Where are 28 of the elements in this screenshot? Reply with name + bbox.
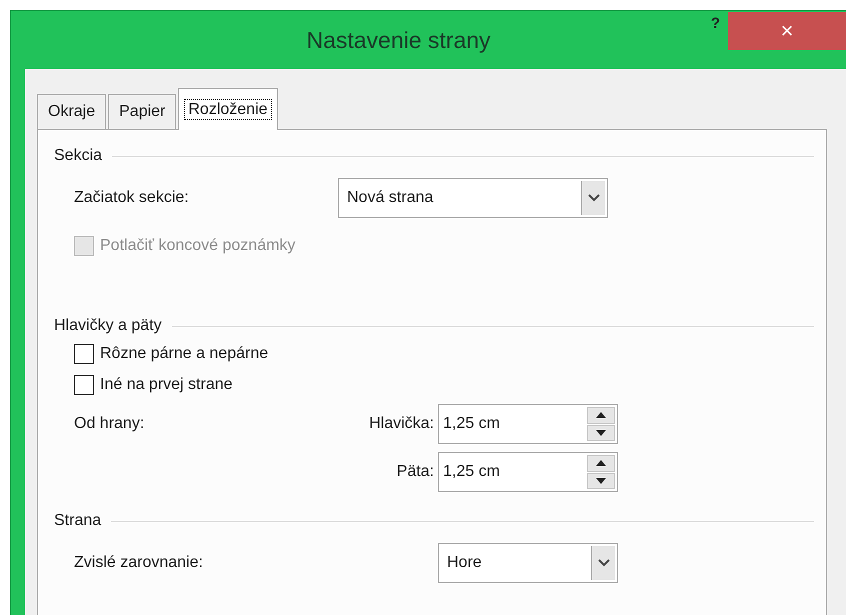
checkbox[interactable] [74,374,94,394]
section-heading: Hlavičky a päty [54,316,162,336]
checkbox[interactable] [74,344,94,364]
field-label: Päta: [396,462,435,482]
help-button[interactable]: ? [710,13,720,35]
section-heading: Sekcia [54,146,102,166]
tab[interactable]: Papier [108,94,176,129]
chevron-down-icon [591,546,615,580]
close-button[interactable]: × [728,12,846,50]
spin-up-icon[interactable] [587,407,615,424]
spin-field[interactable]: 1,25 cm [438,404,618,444]
spin-field[interactable]: 1,25 cm [438,452,618,492]
tab[interactable]: Okraje [37,94,106,129]
window-title: Nastavenie strany [306,26,491,55]
field-label: Hlavička: [368,414,435,434]
dropdown[interactable]: Hore [438,543,618,583]
spin-down-icon[interactable] [587,424,615,441]
chevron-down-icon [581,181,605,215]
field-label: Zvislé zarovnanie: [74,553,204,573]
checkbox-label[interactable]: Iné na prvej strane [100,372,233,396]
dropdown[interactable]: Nová strana [338,178,608,218]
tab[interactable]: Rozloženie [178,88,278,130]
spin-up-icon[interactable] [587,455,615,472]
section-heading: Strana [54,511,102,531]
field-label: Začiatok sekcie: [74,188,190,208]
field-label: Od hrany: [74,414,146,434]
checkbox-label[interactable]: Rôzne párne a nepárne [100,342,268,366]
spin-down-icon[interactable] [587,472,615,489]
